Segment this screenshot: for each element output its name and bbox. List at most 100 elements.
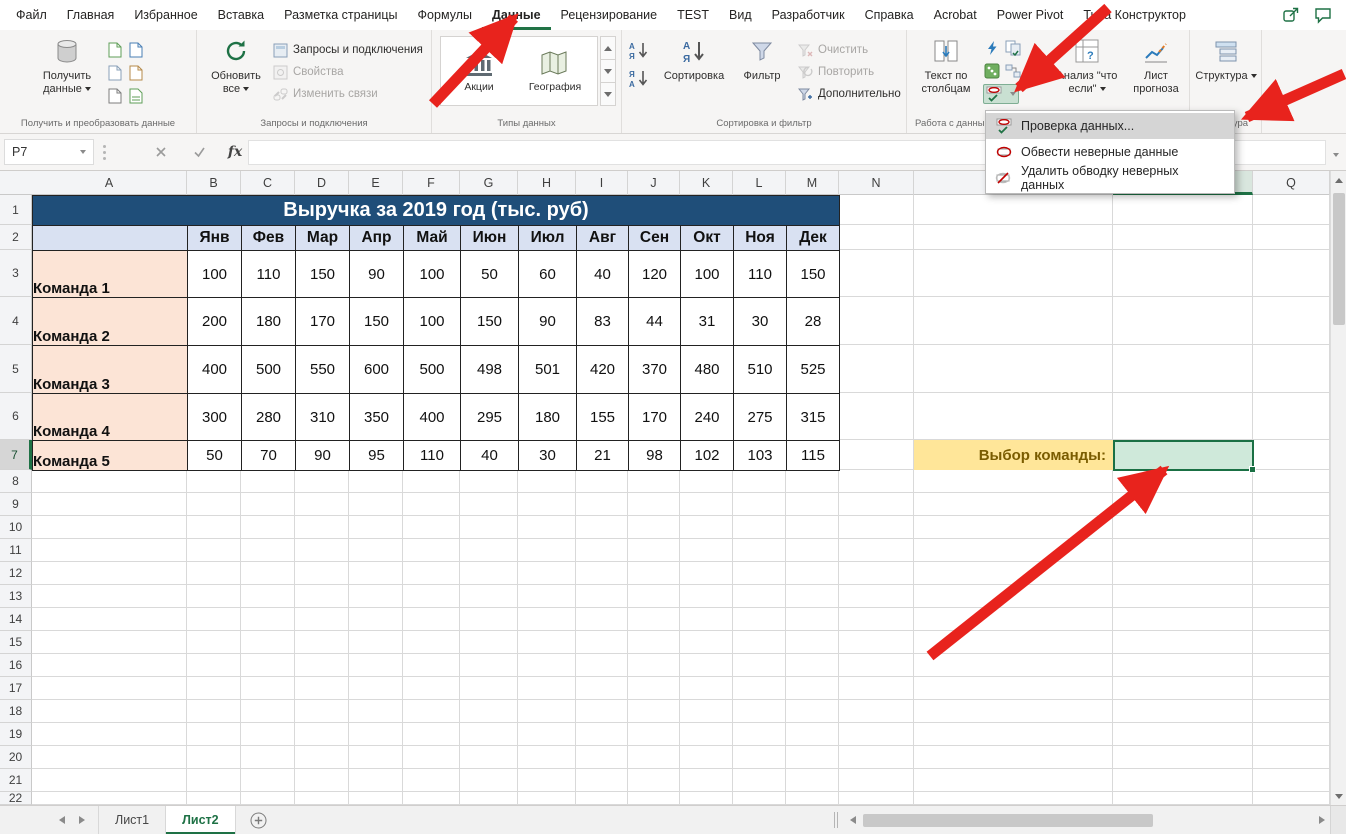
sheet-nav-right-button[interactable] [72,809,92,831]
value-cell[interactable]: 90 [349,250,404,298]
flash-fill-icon[interactable] [983,38,1001,58]
column-header-N[interactable]: N [839,171,914,195]
value-cell[interactable]: 40 [460,440,519,471]
column-header-J[interactable]: J [628,171,680,195]
column-header-B[interactable]: B [187,171,241,195]
enter-button[interactable] [188,142,210,162]
share-button[interactable] [1280,5,1302,25]
value-cell[interactable]: 170 [628,393,681,441]
value-cell[interactable]: 510 [733,345,787,394]
row-header-18[interactable]: 18 [0,700,32,723]
value-cell[interactable]: 350 [349,393,404,441]
value-cell[interactable]: 21 [576,440,629,471]
ribbon-tab-Типа Конструктор[interactable]: Типа Конструктор [1073,0,1196,30]
ribbon-tab-Справка[interactable]: Справка [855,0,924,30]
ribbon-tab-Вид[interactable]: Вид [719,0,762,30]
value-cell[interactable]: 50 [187,440,242,471]
row-header-21[interactable]: 21 [0,769,32,792]
gallery-scroll-down-button[interactable] [600,60,616,83]
ribbon-tab-Power Pivot[interactable]: Power Pivot [987,0,1074,30]
properties-button[interactable]: Свойства [273,62,344,82]
value-cell[interactable]: 480 [680,345,734,394]
sheet-tab-Лист2[interactable]: Лист2 [166,806,236,834]
row-header-5[interactable]: 5 [0,345,32,393]
row-header-11[interactable]: 11 [0,539,32,562]
table-title-cell[interactable]: Выручка за 2019 год (тыс. руб) [32,195,840,226]
ribbon-tab-Избранное[interactable]: Избранное [124,0,207,30]
value-cell[interactable]: 500 [403,345,461,394]
column-header-L[interactable]: L [733,171,786,195]
value-cell[interactable]: 31 [680,297,734,346]
month-header-cell[interactable]: Фев [241,225,296,251]
value-cell[interactable]: 400 [187,345,242,394]
row-header-7[interactable]: 7 [0,440,32,470]
value-cell[interactable]: 103 [733,440,787,471]
value-cell[interactable]: 30 [518,440,577,471]
relationships-icon[interactable] [1004,61,1022,81]
value-cell[interactable]: 150 [786,250,840,298]
value-cell[interactable]: 100 [187,250,242,298]
recent-sources-icon[interactable] [127,63,145,83]
team-name-cell[interactable]: Команда 2 [32,297,188,346]
row-header-20[interactable]: 20 [0,746,32,769]
formula-bar-expand-button[interactable] [1330,146,1339,164]
value-cell[interactable]: 525 [786,345,840,394]
cancel-button[interactable] [150,142,172,162]
month-header-cell[interactable]: Авг [576,225,629,251]
value-cell[interactable]: 100 [403,250,461,298]
formula-bar-splitter[interactable] [103,145,106,148]
insert-function-button[interactable]: fx [224,142,246,162]
value-cell[interactable]: 170 [295,297,350,346]
value-cell[interactable]: 155 [576,393,629,441]
ribbon-tab-TEST[interactable]: TEST [667,0,719,30]
value-cell[interactable]: 300 [187,393,242,441]
team-name-cell[interactable]: Команда 3 [32,345,188,394]
value-cell[interactable]: 100 [403,297,461,346]
row-header-2[interactable]: 2 [0,225,32,250]
horizontal-scrollbar[interactable] [861,811,1313,829]
gallery-scroll-up-button[interactable] [600,36,616,60]
month-header-cell[interactable]: Ноя [733,225,787,251]
value-cell[interactable]: 115 [786,440,840,471]
row-header-9[interactable]: 9 [0,493,32,516]
row-header-17[interactable]: 17 [0,677,32,700]
value-cell[interactable]: 70 [241,440,296,471]
stocks-tile[interactable]: Акции [441,37,517,105]
value-cell[interactable]: 550 [295,345,350,394]
column-header-A[interactable]: A [32,171,187,195]
column-header-H[interactable]: H [518,171,576,195]
from-database-icon[interactable] [127,86,145,106]
value-cell[interactable]: 501 [518,345,577,394]
team-name-cell[interactable]: Команда 1 [32,250,188,298]
gallery-more-button[interactable] [600,83,616,106]
value-cell[interactable]: 400 [403,393,461,441]
name-box[interactable]: P7 [4,139,94,165]
filter-button[interactable]: Фильтр [734,36,790,83]
ribbon-tab-Файл[interactable]: Файл [6,0,57,30]
menu-item-data-validation[interactable]: Проверка данных... [986,113,1234,139]
sheet-nav-left-button[interactable] [52,809,72,831]
value-cell[interactable]: 110 [241,250,296,298]
value-cell[interactable]: 310 [295,393,350,441]
month-header-cell[interactable]: Окт [680,225,734,251]
scroll-down-button[interactable] [1331,787,1346,805]
value-cell[interactable]: 83 [576,297,629,346]
fill-handle[interactable] [1249,466,1256,473]
ribbon-tab-Вставка[interactable]: Вставка [208,0,274,30]
reapply-filter-button[interactable]: Повторить [798,62,874,82]
from-table-range-icon[interactable] [106,63,124,83]
ribbon-tab-Acrobat[interactable]: Acrobat [924,0,987,30]
month-header-cell[interactable]: Мар [295,225,350,251]
column-header-Q[interactable]: Q [1253,171,1330,195]
value-cell[interactable]: 370 [628,345,681,394]
vertical-scroll-thumb[interactable] [1333,193,1345,325]
value-cell[interactable]: 150 [460,297,519,346]
value-cell[interactable]: 95 [349,440,404,471]
row-header-14[interactable]: 14 [0,608,32,631]
team-name-cell[interactable]: Команда 4 [32,393,188,441]
team-name-cell[interactable]: Команда 5 [32,440,188,471]
sort-button[interactable]: АЯ Сортировка [660,36,728,83]
data-validation-dropdown-button[interactable] [983,84,1019,104]
column-header-C[interactable]: C [241,171,295,195]
outline-button[interactable]: Структура [1194,36,1258,83]
